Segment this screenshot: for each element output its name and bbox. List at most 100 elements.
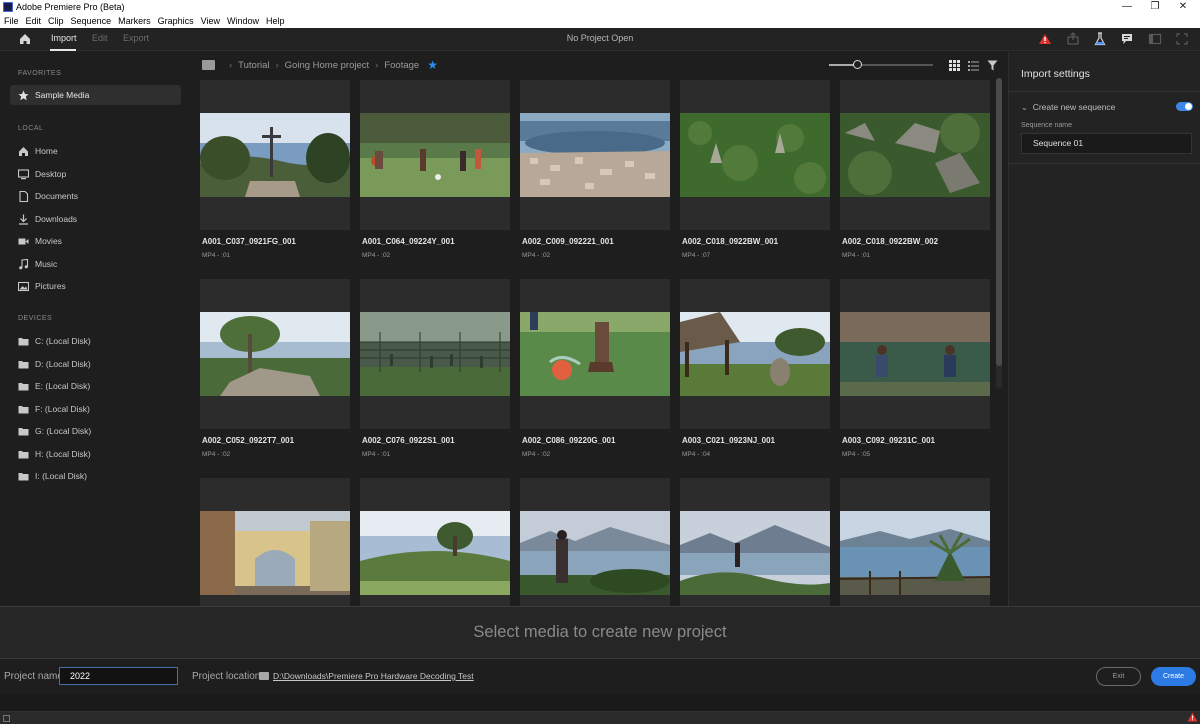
sidebar-item-movies[interactable]: Movies (10, 231, 181, 251)
active-tab-indicator (50, 49, 76, 51)
sidebar-item-label: D: (Local Disk) (35, 359, 91, 369)
sidebar-item-label: G: (Local Disk) (35, 426, 92, 436)
media-name: A003_C092_09231C_001 (842, 436, 935, 445)
project-name-input[interactable]: 2022 (59, 667, 178, 685)
favorite-star-icon[interactable]: ★ (427, 58, 438, 72)
breadcrumb-tutorial[interactable]: Tutorial (238, 60, 269, 71)
status-bar (0, 695, 1200, 724)
sidebar-item-drive-c[interactable]: C: (Local Disk) (10, 331, 181, 351)
sidebar-item-home[interactable]: Home (10, 141, 181, 161)
sidebar-item-drive-d[interactable]: D: (Local Disk) (10, 354, 181, 374)
project-location-link[interactable]: D:\Downloads\Premiere Pro Hardware Decod… (273, 671, 474, 681)
menu-graphics[interactable]: Graphics (158, 16, 194, 26)
home-icon (18, 146, 29, 157)
sidebar-item-label: Pictures (35, 281, 66, 291)
sidebar-item-drive-e[interactable]: E: (Local Disk) (10, 376, 181, 396)
breadcrumb-footage[interactable]: Footage (384, 60, 419, 71)
folder-icon (18, 381, 29, 392)
sidebar-item-label: Documents (35, 191, 78, 201)
vertical-scrollbar[interactable] (996, 78, 1002, 388)
list-view-icon[interactable] (967, 59, 979, 71)
sidebar-item-pictures[interactable]: Pictures (10, 276, 181, 296)
toggle-knob (1185, 103, 1192, 110)
menu-file[interactable]: File (4, 16, 19, 26)
folder-icon (18, 471, 29, 482)
media-card[interactable]: A002_C018_0922BW_002 MP4 - :01 (840, 80, 990, 267)
sidebar-item-sample-media[interactable]: Sample Media (10, 85, 181, 105)
share-icon[interactable] (1066, 32, 1080, 46)
create-sequence-row: ⌄ Create new sequence (1021, 101, 1193, 113)
media-name: A002_C018_0922BW_001 (682, 237, 779, 246)
media-name: A002_C052_0922T7_001 (202, 436, 295, 445)
menu-edit[interactable]: Edit (26, 16, 42, 26)
sidebar-item-label: F: (Local Disk) (35, 404, 90, 414)
media-card[interactable]: A001_C064_09224Y_001 MP4 - :02 (360, 80, 510, 267)
sidebar-item-drive-i[interactable]: I: (Local Disk) (10, 466, 181, 486)
menu-window[interactable]: Window (227, 16, 259, 26)
menu-clip[interactable]: Clip (48, 16, 64, 26)
folder-icon[interactable] (259, 672, 269, 680)
media-card[interactable]: A001_C037_0921FG_001 MP4 - :01 (200, 80, 350, 267)
beaker-icon[interactable] (1093, 32, 1107, 46)
media-card[interactable]: A002_C086_09220G_001 MP4 - :02 (520, 279, 670, 466)
sidebar-item-drive-g[interactable]: G: (Local Disk) (10, 421, 181, 441)
close-button[interactable]: ✕ (1166, 0, 1200, 14)
media-card[interactable]: A002_C052_0922T7_001 MP4 - :02 (200, 279, 350, 466)
menu-sequence[interactable]: Sequence (71, 16, 112, 26)
media-card[interactable] (680, 478, 830, 606)
media-card[interactable] (520, 478, 670, 606)
create-sequence-toggle[interactable] (1176, 102, 1193, 111)
video-thumbnail (520, 113, 670, 197)
slider-knob[interactable] (853, 60, 862, 69)
chevron-down-icon[interactable]: ⌄ (1021, 103, 1028, 112)
breadcrumb-separator: › (375, 59, 379, 71)
media-card[interactable]: A003_C021_0923NJ_001 MP4 - :04 (680, 279, 830, 466)
media-card[interactable]: A002_C018_0922BW_001 MP4 - :07 (680, 80, 830, 267)
panel-icon[interactable] (1148, 32, 1162, 46)
video-thumbnail (200, 312, 350, 396)
media-card[interactable] (200, 478, 350, 606)
sidebar-item-desktop[interactable]: Desktop (10, 164, 181, 184)
local-heading: LOCAL (18, 125, 44, 132)
sidebar-item-drive-f[interactable]: F: (Local Disk) (10, 399, 181, 419)
sidebar-item-drive-h[interactable]: H: (Local Disk) (10, 444, 181, 464)
warning-icon[interactable] (1187, 712, 1198, 722)
devices-heading: DEVICES (18, 315, 53, 322)
menu-help[interactable]: Help (266, 16, 285, 26)
media-card[interactable]: A002_C009_092221_001 MP4 - :02 (520, 80, 670, 267)
media-card[interactable]: A002_C076_0922S1_001 MP4 - :01 (360, 279, 510, 466)
thumbnail-size-slider[interactable] (829, 60, 933, 69)
import-settings-panel: Import settings ⌄ Create new sequence Se… (1008, 52, 1200, 606)
sidebar-item-music[interactable]: Music (10, 254, 181, 274)
grid-view-icon[interactable] (948, 59, 960, 71)
sidebar-item-label: Movies (35, 236, 62, 246)
media-card[interactable] (840, 478, 990, 606)
breadcrumb-separator: › (275, 59, 279, 71)
document-icon (18, 190, 29, 202)
star-icon (18, 90, 29, 101)
comment-icon[interactable] (1120, 32, 1134, 46)
video-thumbnail (840, 511, 990, 595)
video-thumbnail (840, 113, 990, 197)
warning-icon[interactable] (1038, 32, 1052, 46)
media-card[interactable]: A003_C092_09231C_001 MP4 - :05 (840, 279, 990, 466)
folder-icon[interactable] (202, 60, 215, 70)
sidebar-item-downloads[interactable]: Downloads (10, 209, 181, 229)
folder-icon (18, 426, 29, 437)
fullscreen-icon[interactable] (1175, 32, 1189, 46)
menu-view[interactable]: View (201, 16, 220, 26)
media-card[interactable] (360, 478, 510, 606)
breadcrumb-going-home[interactable]: Going Home project (285, 60, 369, 71)
media-meta: MP4 - :02 (202, 451, 231, 458)
sidebar-item-label: E: (Local Disk) (35, 381, 91, 391)
sidebar-item-documents[interactable]: Documents (10, 186, 181, 206)
status-checkbox-icon[interactable] (3, 715, 10, 722)
exit-button[interactable]: Exit (1096, 667, 1141, 686)
filter-icon[interactable] (986, 59, 998, 71)
menu-markers[interactable]: Markers (118, 16, 151, 26)
sidebar-item-label: Music (35, 259, 58, 269)
scrollbar-thumb[interactable] (996, 78, 1002, 366)
sequence-name-input[interactable]: Sequence 01 (1021, 133, 1192, 154)
project-footer: Project name 2022 Project location D:\Do… (0, 659, 1200, 695)
create-button[interactable]: Create (1151, 667, 1196, 686)
